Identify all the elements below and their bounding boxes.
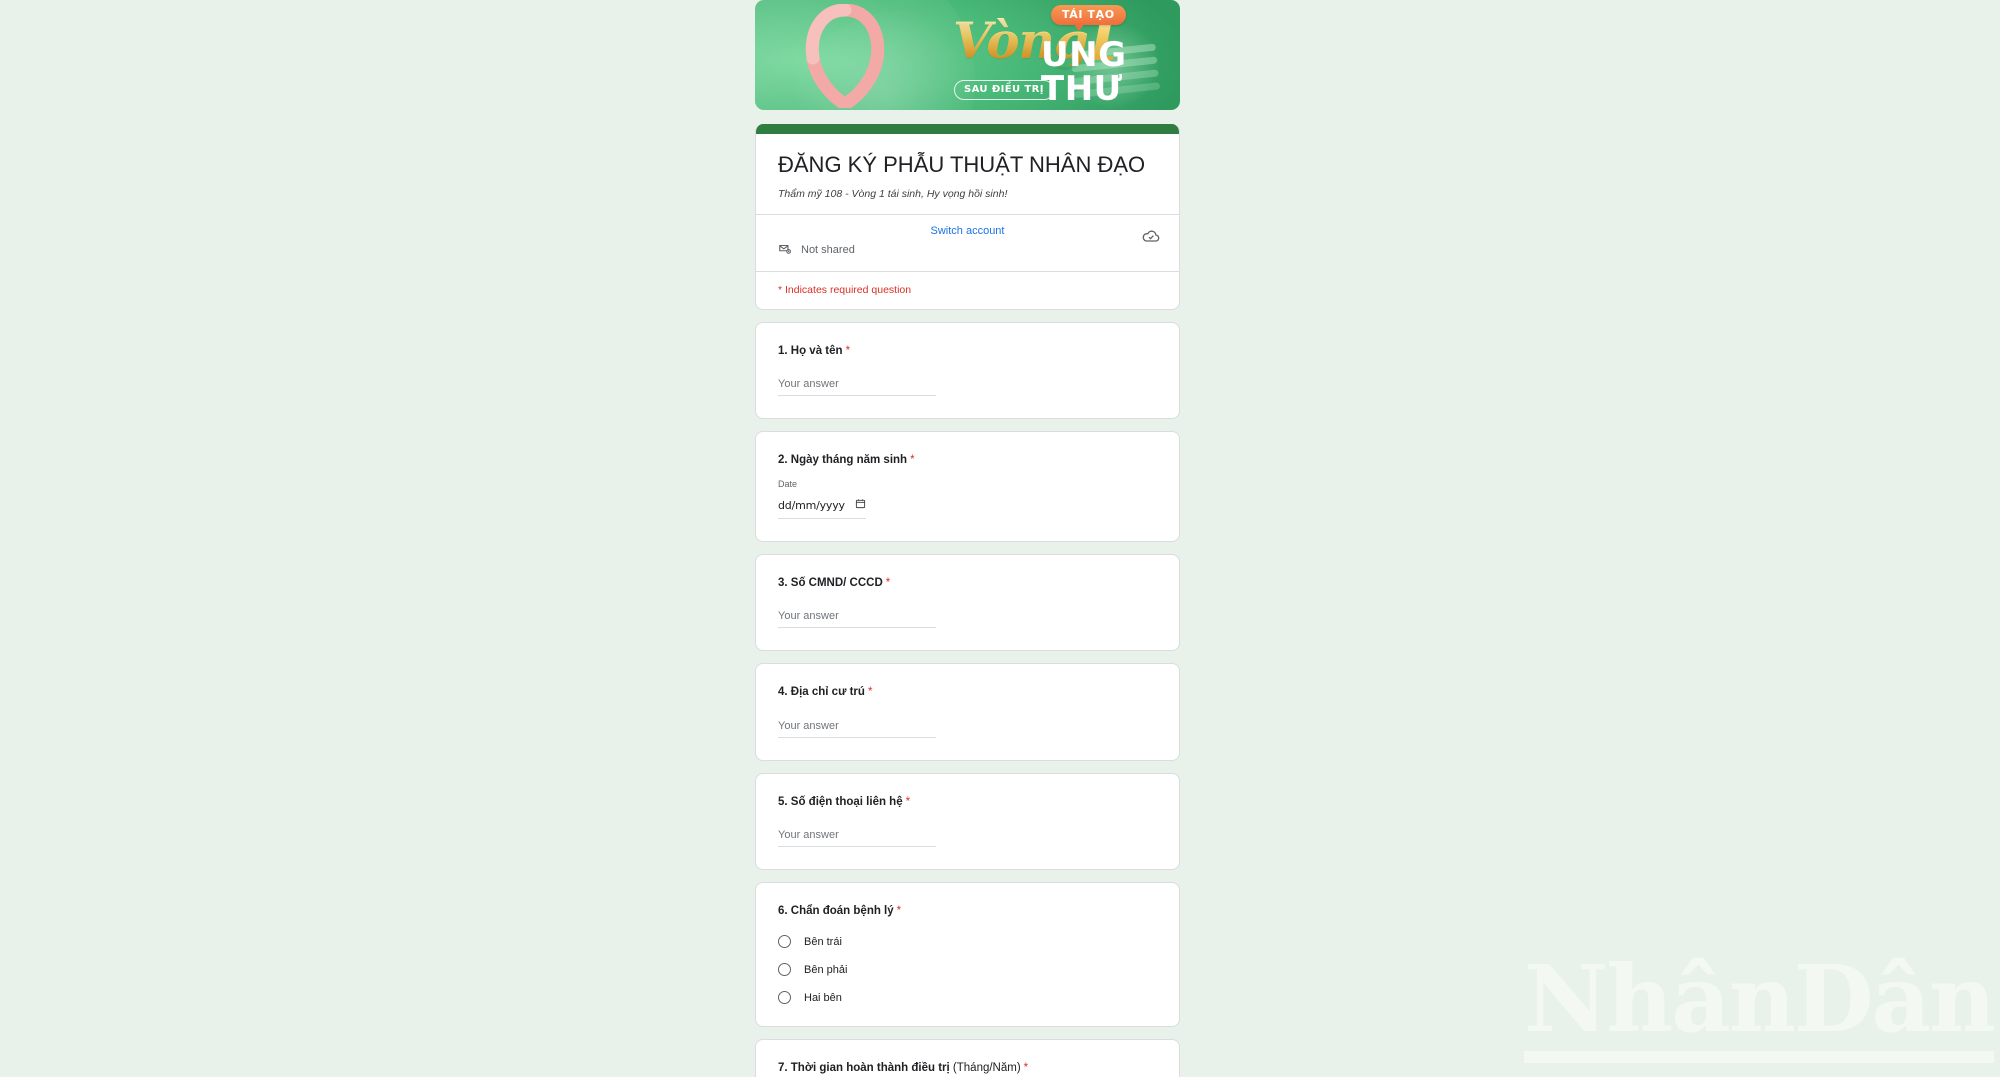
radio-option[interactable]: Bên phải — [778, 963, 1157, 976]
required-asterisk: * — [867, 686, 873, 699]
short-answer-input[interactable]: Your answer — [778, 829, 936, 847]
question-title-text: 2. Ngày tháng năm sinh — [778, 453, 908, 466]
cloud-check-icon[interactable] — [1141, 226, 1161, 246]
banner-pill-label: SAU ĐIỀU TRỊ — [954, 80, 1054, 100]
question-label: 4. Địa chỉ cư trú * — [778, 684, 1157, 701]
watermark-text: NhânDân — [1524, 945, 1996, 1053]
required-asterisk: * — [905, 795, 911, 808]
campaign-banner: Vòng 1 TÁI TẠO SAU ĐIỀU TRỊ UNG THƯ — [755, 0, 1180, 110]
question-label: 2. Ngày tháng năm sinh * — [778, 452, 1157, 469]
question-card: 1. Họ và tên * Your answer — [755, 321, 1180, 419]
banner-badge: TÁI TẠO — [1051, 5, 1126, 31]
short-answer-input[interactable]: Your answer — [778, 378, 936, 396]
question-title-text: 4. Địa chỉ cư trú — [778, 686, 865, 699]
question-label: 5. Số điện thoại liên hệ * — [778, 794, 1157, 811]
radio-button-icon[interactable] — [778, 963, 791, 976]
account-row: Switch account Not shared — [756, 215, 1179, 271]
nhan-dan-watermark: NhânDân — [1524, 945, 1996, 1063]
form-column: Vòng 1 TÁI TẠO SAU ĐIỀU TRỊ UNG THƯ ĐĂNG… — [755, 0, 1180, 1077]
question-label: 7. Thời gian hoàn thành điều trị (Tháng/… — [778, 1060, 1157, 1077]
question-label: 6. Chẩn đoán bệnh lý * — [778, 903, 1157, 920]
date-placeholder: dd/mm/yyyy — [778, 498, 845, 512]
radio-option-label: Bên trái — [804, 935, 842, 948]
question-title-text: 3. Số CMND/ CCCD — [778, 577, 883, 589]
short-answer-input[interactable]: Your answer — [778, 610, 936, 629]
short-answer-input[interactable]: Your answer — [778, 720, 936, 738]
required-asterisk: * — [885, 577, 891, 589]
radio-button-icon[interactable] — [778, 991, 791, 1004]
question-card: 2. Ngày tháng năm sinh * Date dd/mm/yyyy — [755, 430, 1180, 542]
question-label: 1. Họ và tên * — [778, 343, 1157, 360]
question-card: 7. Thời gian hoàn thành điều trị (Tháng/… — [755, 1039, 1180, 1077]
required-asterisk: * — [845, 344, 851, 357]
sharing-status: Not shared — [778, 242, 1157, 259]
questions-list: 1. Họ và tên * Your answer 2. Ngày tháng nă… — [755, 321, 1180, 1077]
radio-option[interactable]: Bên trái — [778, 935, 1157, 948]
banner-headline: UNG THƯ — [1041, 35, 1127, 109]
envelope-off-icon — [778, 242, 792, 259]
question-label: 3. Số CMND/ CCCD * — [778, 575, 1157, 592]
sharing-status-label: Not shared — [801, 244, 855, 256]
required-asterisk: * — [896, 904, 902, 917]
form-accent-bar — [756, 124, 1179, 134]
page-root: NhânDân Vòng 1 TÁI TẠO SAU ĐIỀU TRỊ UNG … — [0, 0, 2000, 1077]
page-title: ĐĂNG KÝ PHẪU THUẬT NHÂN ĐẠO — [778, 152, 1146, 177]
date-input[interactable]: dd/mm/yyyy — [778, 496, 866, 519]
form-header-body: ĐĂNG KÝ PHẪU THUẬT NHÂN ĐẠO Thẩm mỹ 108 … — [756, 134, 1179, 214]
question-card: 4. Địa chỉ cư trú * Your answer — [755, 663, 1180, 761]
pink-ribbon-icon — [799, 3, 891, 110]
radio-option[interactable]: Hai bên — [778, 991, 1157, 1004]
switch-account-link[interactable]: Switch account — [778, 225, 1157, 237]
required-question-note: * Indicates required question — [756, 270, 1179, 309]
calendar-icon[interactable] — [855, 496, 866, 514]
radio-option-label: Bên phải — [804, 963, 848, 976]
required-asterisk: * — [910, 453, 915, 466]
question-card: 3. Số CMND/ CCCD * Your answer — [755, 554, 1180, 652]
required-asterisk: * — [1023, 1062, 1029, 1074]
form-header-card: ĐĂNG KÝ PHẪU THUẬT NHÂN ĐẠO Thẩm mỹ 108 … — [755, 124, 1180, 310]
question-title-suffix: (Tháng/Năm) — [949, 1062, 1021, 1074]
question-title-text: 1. Họ và tên — [778, 344, 843, 357]
radio-button-icon[interactable] — [778, 935, 791, 948]
form-subtitle: Thẩm mỹ 108 - Vòng 1 tái sinh, Hy vọng h… — [778, 187, 1008, 200]
radio-option-label: Hai bên — [804, 991, 842, 1004]
question-title-text: 5. Số điện thoại liên hệ — [778, 795, 903, 808]
date-field-label: Date — [778, 479, 798, 489]
question-card: 6. Chẩn đoán bệnh lý * Bên trái Bên phải Hai… — [755, 881, 1180, 1027]
question-title-text: 6. Chẩn đoán bệnh lý — [778, 904, 894, 917]
question-title-text: 7. Thời gian hoàn thành điều trị — [778, 1062, 950, 1074]
question-card: 5. Số điện thoại liên hệ * Your answer — [755, 772, 1180, 870]
